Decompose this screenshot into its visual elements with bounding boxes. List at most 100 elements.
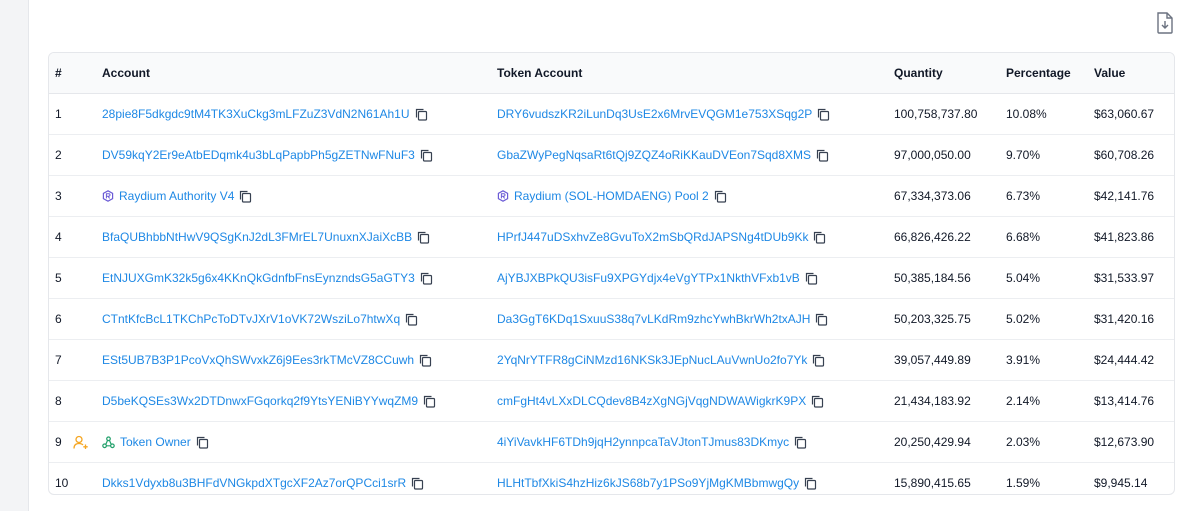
copy-icon[interactable]	[805, 272, 818, 285]
quantity-value: 97,000,050.00	[894, 148, 971, 162]
copy-icon[interactable]	[815, 313, 828, 326]
rank-cell: 8	[55, 381, 62, 421]
percentage-value: 1.59%	[1006, 476, 1041, 490]
token-account-cell: cmFgHt4vLXxDLCQdev8B4zXgNGjVqgNDWAWigkrK…	[497, 381, 824, 421]
account-link[interactable]: D5beKQSEs3Wx2DTDnwxFGqorkq2f9YtsYENiBYYw…	[102, 394, 418, 408]
rank-number: 1	[55, 107, 62, 121]
owner-badge[interactable]	[73, 422, 89, 462]
token-account-link[interactable]: DRY6vudszKR2iLunDq3UsE2x6MrvEVQGM1e753XS…	[497, 107, 812, 121]
raydium-icon	[497, 190, 509, 202]
percentage-cell: 5.02%	[1006, 299, 1040, 339]
copy-icon[interactable]	[794, 436, 807, 449]
copy-icon[interactable]	[239, 190, 252, 203]
table-row: 7 ESt5UB7B3P1PcoVxQhSWvxkZ6j9Ees3rkTMcVZ8…	[49, 340, 1174, 381]
percentage-value: 5.04%	[1006, 271, 1041, 285]
token-account-cell: 2YqNrYTFR8gCiNMzd16NKSk3JEpNucLAuVwnUo2f…	[497, 340, 825, 380]
percentage-cell: 6.73%	[1006, 176, 1040, 216]
quantity-cell: 15,890,415.65	[894, 463, 971, 494]
percentage-value: 5.02%	[1006, 312, 1041, 326]
rank-cell: 6	[55, 299, 62, 339]
account-link[interactable]: Dkks1Vdyxb8u3BHFdVNGkpdXTgcXF2Az7orQPCci…	[102, 476, 406, 490]
table-row: 4 BfaQUBhbbNtHwV9QSgKnJ2dL3FMrEL7UnuxnXJa…	[49, 217, 1174, 258]
usd-value: $31,420.16	[1094, 312, 1155, 326]
copy-icon[interactable]	[804, 477, 817, 490]
copy-icon[interactable]	[411, 477, 424, 490]
percentage-cell: 1.59%	[1006, 463, 1041, 494]
value-cell: $13,414.76	[1094, 381, 1154, 421]
copy-icon[interactable]	[420, 149, 433, 162]
usd-value: $42,141.76	[1094, 189, 1155, 203]
usd-value: $63,060.67	[1094, 107, 1155, 121]
rank-number: 8	[55, 394, 62, 408]
percentage-cell: 3.91%	[1006, 340, 1040, 380]
account-link[interactable]: 28pie8F5dkgdc9tM4TK3XuCkg3mLFZuZ3VdN2N61…	[102, 107, 410, 121]
copy-icon[interactable]	[405, 313, 418, 326]
header-value: Value	[1094, 66, 1126, 80]
copy-icon[interactable]	[419, 354, 432, 367]
percentage-cell: 5.04%	[1006, 258, 1040, 298]
usd-value: $13,414.76	[1094, 394, 1155, 408]
token-account-link[interactable]: HLHtTbfXkiS4hzHiz6kJS68b7y1PSo9YjMgKMBbm…	[497, 476, 799, 490]
token-account-link[interactable]: Raydium (SOL-HOMDAENG) Pool 2	[514, 189, 709, 203]
usd-value: $60,708.26	[1094, 148, 1155, 162]
value-cell: $63,060.67	[1094, 94, 1154, 134]
rank-cell: 3	[55, 176, 62, 216]
token-account-link[interactable]: AjYBJXBPkQU3isFu9XPGYdjx4eVgYTPx1NkthVFx…	[497, 271, 800, 285]
account-cell: CTntKfcBcL1TKChPcToDTvJXrV1oVK72WsziLo7h…	[102, 299, 418, 339]
token-account-link[interactable]: cmFgHt4vLXxDLCQdev8B4zXgNGjVqgNDWAWigkrK…	[497, 394, 806, 408]
percentage-value: 3.91%	[1006, 353, 1041, 367]
account-link[interactable]: DV59kqY2Er9eAtbEDqmk4u3bLqPapbPh5gZETNwF…	[102, 148, 415, 162]
quantity-cell: 66,826,426.22	[894, 217, 971, 257]
account-link[interactable]: EtNJUXGmK32k5g6x4KKnQkGdnfbFnsEynzndsG5a…	[102, 271, 415, 285]
rank-cell: 4	[55, 217, 62, 257]
copy-icon[interactable]	[415, 108, 428, 121]
account-cell: Raydium Authority V4	[102, 176, 252, 216]
quantity-value: 39,057,449.89	[894, 353, 971, 367]
rank-cell: 10	[55, 463, 69, 494]
rank-cell: 5	[55, 258, 62, 298]
account-cell: Token Owner	[102, 422, 209, 462]
copy-icon[interactable]	[714, 190, 727, 203]
account-link[interactable]: ESt5UB7B3P1PcoVxQhSWvxkZ6j9Ees3rkTMcVZ8C…	[102, 353, 414, 367]
copy-icon[interactable]	[813, 231, 826, 244]
account-link[interactable]: Raydium Authority V4	[119, 189, 234, 203]
account-link[interactable]: BfaQUBhbbNtHwV9QSgKnJ2dL3FMrEL7UnuxnXJai…	[102, 230, 412, 244]
copy-icon[interactable]	[817, 108, 830, 121]
rank-number: 3	[55, 189, 62, 203]
token-account-link[interactable]: Da3GgT6KDq1SxuuS38q7vLKdRm9zhcYwhBkrWh2t…	[497, 312, 810, 326]
value-cell: $12,673.90	[1094, 422, 1154, 462]
token-account-link[interactable]: GbaZWyPegNqsaRt6tQj9ZQZ4oRiKKauDVEon7Sqd…	[497, 148, 811, 162]
copy-icon[interactable]	[816, 149, 829, 162]
token-account-link[interactable]: 4iYiVavkHF6TDh9jqH2ynnpcaTaVJtonTJmus83D…	[497, 435, 789, 449]
copy-icon[interactable]	[423, 395, 436, 408]
quantity-value: 50,385,184.56	[894, 271, 971, 285]
rank-number: 2	[55, 148, 62, 162]
copy-icon[interactable]	[420, 272, 433, 285]
token-owner-icon	[102, 435, 115, 449]
account-cell: DV59kqY2Er9eAtbEDqmk4u3bLqPapbPh5gZETNwF…	[102, 135, 433, 175]
copy-icon[interactable]	[196, 436, 209, 449]
rank-number: 5	[55, 271, 62, 285]
holders-card: # Account Token Account Quantity Percent…	[28, 0, 1200, 511]
table-row: 5 EtNJUXGmK32k5g6x4KKnQkGdnfbFnsEynzndsG5…	[49, 258, 1174, 299]
copy-icon[interactable]	[417, 231, 430, 244]
percentage-cell: 9.70%	[1006, 135, 1040, 175]
header-account: Account	[102, 66, 150, 80]
token-account-cell: AjYBJXBPkQU3isFu9XPGYdjx4eVgYTPx1NkthVFx…	[497, 258, 818, 298]
rank-number: 10	[55, 476, 69, 490]
table-row: 3 Raydium Authority V4 Raydium (SOL-HOMDAE…	[49, 176, 1174, 217]
copy-icon[interactable]	[811, 395, 824, 408]
rank-number: 6	[55, 312, 62, 326]
percentage-value: 6.68%	[1006, 230, 1041, 244]
account-cell: ESt5UB7B3P1PcoVxQhSWvxkZ6j9Ees3rkTMcVZ8C…	[102, 340, 432, 380]
export-button[interactable]	[1154, 11, 1176, 35]
rank-cell: 9	[55, 422, 62, 462]
usd-value: $12,673.90	[1094, 435, 1155, 449]
account-link[interactable]: Token Owner	[120, 435, 191, 449]
raydium-icon	[102, 190, 114, 202]
token-account-link[interactable]: 2YqNrYTFR8gCiNMzd16NKSk3JEpNucLAuVwnUo2f…	[497, 353, 807, 367]
account-link[interactable]: CTntKfcBcL1TKChPcToDTvJXrV1oVK72WsziLo7h…	[102, 312, 400, 326]
token-account-link[interactable]: HPrfJ447uDSxhvZe8GvuToX2mSbQRdJAPSNg4tDU…	[497, 230, 808, 244]
percentage-value: 6.73%	[1006, 189, 1041, 203]
copy-icon[interactable]	[812, 354, 825, 367]
